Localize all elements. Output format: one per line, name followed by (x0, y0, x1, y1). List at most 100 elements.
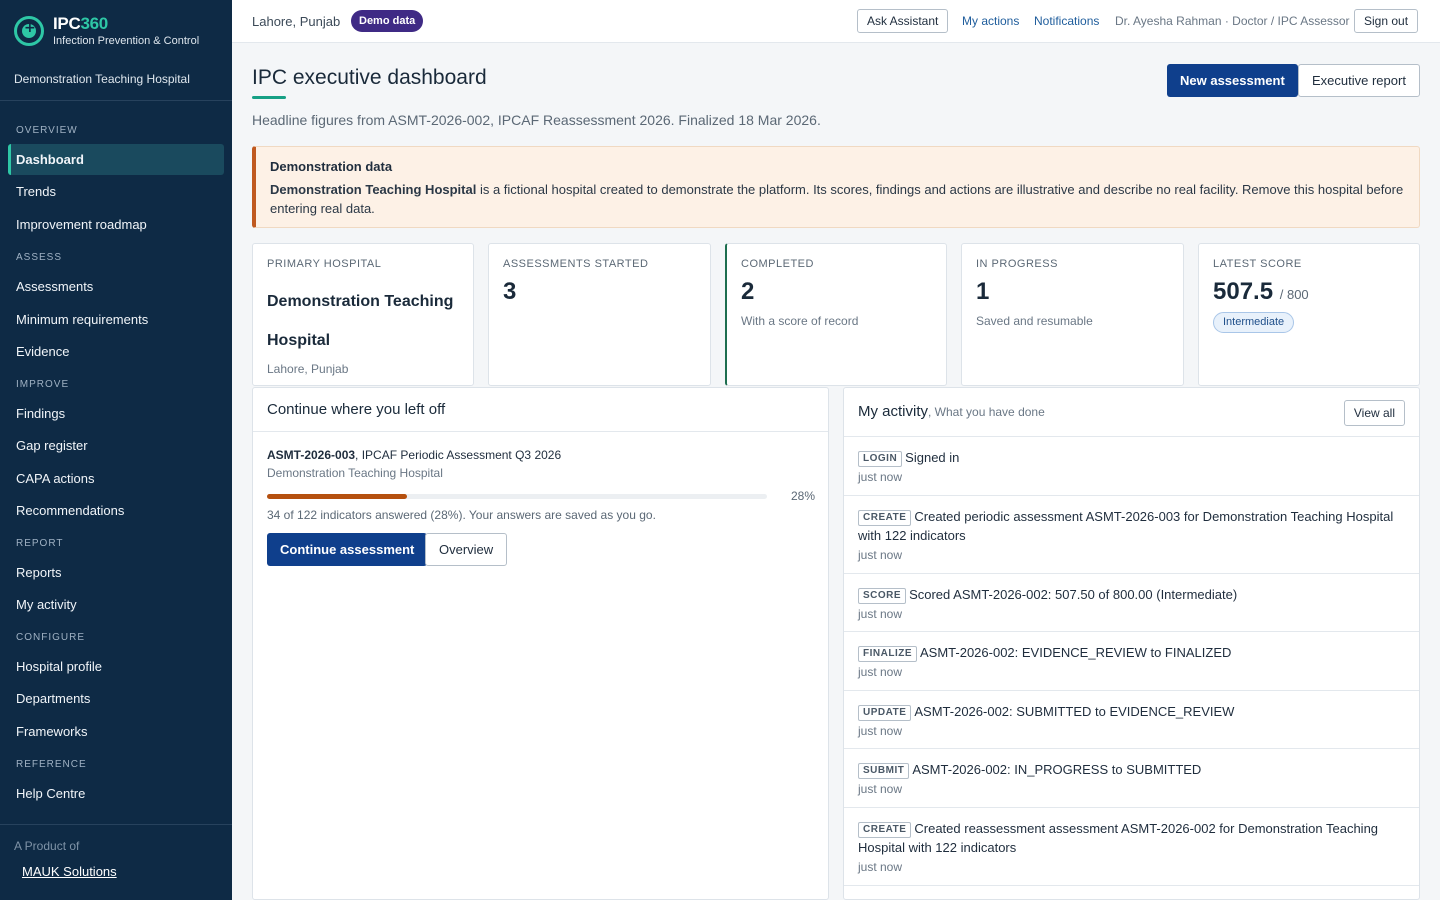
panel-header: Continue where you left off (253, 388, 828, 432)
sign-out-button[interactable]: Sign out (1354, 9, 1419, 33)
activity-text: UPDATE ASMT-2026-002: SUBMITTED to EVIDEN… (858, 702, 1405, 721)
sidebar-item-hospital-profile[interactable]: Hospital profile (8, 651, 224, 682)
progress-percent: 28% (790, 489, 815, 503)
card-value: 3 (503, 278, 517, 305)
panel-title: My activity, What you have done (858, 403, 1045, 420)
sidebar-item-improvement-roadmap[interactable]: Improvement roadmap (8, 209, 224, 240)
continue-assessment-button[interactable]: Continue assessment (267, 533, 428, 566)
topbar: Lahore, Punjab Demo data Ask Assistant M… (232, 0, 1440, 43)
sidebar-item-dashboard[interactable]: Dashboard (8, 144, 224, 175)
sidebar-nav: OVERVIEW Dashboard Trends Improvement ro… (0, 116, 232, 809)
logo-icon (14, 15, 44, 46)
sidebar-item-frameworks[interactable]: Frameworks (8, 716, 224, 747)
activity-time: just now (858, 607, 903, 621)
activity-text: CREATE Created periodic assessment ASMT-2… (858, 509, 1394, 543)
overview-button[interactable]: Overview (425, 533, 508, 566)
nav-section-overview: OVERVIEW (16, 125, 78, 136)
sidebar-item-departments[interactable]: Departments (8, 683, 224, 714)
demo-data-badge: Demo data (351, 10, 424, 32)
activity-item: CREATE Created periodic assessment ASMT-2… (844, 496, 1419, 574)
brand-name: IPC360 (53, 14, 108, 33)
activity-item: LOGIN Signed in just now (844, 437, 1419, 496)
activity-item: SUBMIT ASMT-2026-002: IN_PROGRESS to SUBM… (844, 749, 1419, 808)
primary-hospital-card: PRIMARY HOSPITAL Demonstration Teaching … (252, 243, 474, 386)
activity-time: just now (858, 665, 903, 679)
panel-header: My activity, What you have done View all (844, 388, 1419, 437)
continue-panel: Continue where you left off ASMT-2026-00… (252, 387, 829, 900)
card-label: LATEST SCORE (1213, 258, 1302, 270)
progress-bar (267, 494, 767, 499)
activity-time: just now (858, 470, 903, 484)
page-subtitle: Headline figures from ASMT-2026-002, IPC… (252, 112, 821, 128)
assessment-title[interactable]: ASMT-2026-003, IPCAF Periodic Assessment… (267, 448, 561, 462)
card-sub: Saved and resumable (976, 314, 1093, 328)
score-level-badge: Intermediate (1213, 312, 1295, 333)
brand[interactable]: IPC360 Infection Prevention & Control (14, 14, 199, 47)
nav-section-reference: REFERENCE (16, 759, 87, 770)
divider (0, 824, 232, 825)
notifications-link[interactable]: Notifications (1034, 14, 1099, 28)
progress-fill (267, 494, 407, 499)
panel-title: Continue where you left off (267, 401, 446, 418)
footer-company-link[interactable]: MAUK Solutions (22, 864, 117, 879)
activity-item: SCORE Scored ASMT-2026-002: 507.50 of 800… (844, 574, 1419, 632)
card-value: 2 (741, 278, 755, 305)
latest-score-card: LATEST SCORE 507.5 / 800 Intermediate (1198, 243, 1420, 386)
assessments-started-card: ASSESSMENTS STARTED 3 (488, 243, 711, 386)
assessment-hospital: Demonstration Teaching Hospital (267, 466, 443, 480)
progress-note: 34 of 122 indicators answered (28%). You… (267, 508, 656, 522)
activity-time: just now (858, 782, 903, 796)
brand-subtitle: Infection Prevention & Control (53, 35, 200, 47)
my-actions-link[interactable]: My actions (962, 14, 1019, 28)
new-assessment-button[interactable]: New assessment (1167, 64, 1298, 97)
activity-panel: My activity, What you have done View all… (843, 387, 1420, 900)
location-text: Lahore, Punjab (252, 14, 341, 29)
card-value: Demonstration Teaching Hospital (267, 293, 454, 349)
banner-body: Demonstration Teaching Hospital is a fic… (270, 182, 1404, 216)
view-all-button[interactable]: View all (1343, 400, 1405, 426)
assessment-info: ASMT-2026-003, IPCAF Periodic Assessment… (267, 448, 561, 480)
sidebar-item-gap-register[interactable]: Gap register (8, 430, 224, 461)
card-value: 1 (976, 278, 990, 305)
card-label: IN PROGRESS (976, 258, 1058, 270)
sidebar-item-reports[interactable]: Reports (8, 557, 224, 588)
sidebar-item-recommendations[interactable]: Recommendations (8, 495, 224, 526)
sidebar-item-trends[interactable]: Trends (8, 176, 224, 207)
card-label: PRIMARY HOSPITAL (267, 258, 382, 270)
sidebar-item-findings[interactable]: Findings (8, 398, 224, 429)
completed-card: COMPLETED 2 With a score of record (725, 243, 947, 386)
sidebar-item-my-activity[interactable]: My activity (8, 589, 224, 620)
sidebar-item-capa-actions[interactable]: CAPA actions (8, 463, 224, 494)
activity-tag: CREATE (858, 822, 912, 838)
card-sub: With a score of record (741, 314, 859, 328)
activity-tag: LOGIN (858, 451, 903, 467)
card-value: 507.5 / 800 (1213, 278, 1309, 305)
nav-section-assess: ASSESS (16, 252, 63, 263)
sidebar-item-help-centre[interactable]: Help Centre (8, 778, 224, 809)
card-sub: Lahore, Punjab (267, 362, 349, 376)
sidebar-item-assessments[interactable]: Assessments (8, 271, 224, 302)
activity-tag: SUBMIT (858, 763, 910, 779)
footer-label: A Product of (14, 839, 80, 853)
user-info: Dr. Ayesha Rahman · Doctor / IPC Assesso… (1115, 14, 1350, 28)
activity-text: FINALIZE ASMT-2026-002: EVIDENCE_REVIEW t… (858, 643, 1405, 662)
in-progress-card: IN PROGRESS 1 Saved and resumable (961, 243, 1184, 386)
sidebar-hospital-name: Demonstration Teaching Hospital (14, 72, 190, 86)
title-underline (252, 96, 286, 99)
executive-report-button[interactable]: Executive report (1298, 64, 1420, 97)
sidebar-item-minimum-requirements[interactable]: Minimum requirements (8, 304, 224, 335)
divider (0, 100, 232, 101)
nav-section-improve: IMPROVE (16, 379, 70, 390)
ask-assistant-button[interactable]: Ask Assistant (857, 9, 949, 33)
card-label: COMPLETED (741, 258, 814, 270)
activity-tag: SCORE (858, 588, 907, 604)
activity-list: LOGIN Signed in just now CREATE Created peri… (844, 437, 1419, 886)
activity-item: UPDATE ASMT-2026-002: SUBMITTED to EVIDEN… (844, 691, 1419, 749)
activity-tag: CREATE (858, 510, 912, 526)
activity-tag: FINALIZE (858, 646, 917, 662)
banner-title: Demonstration data (270, 159, 393, 174)
activity-text: SUBMIT ASMT-2026-002: IN_PROGRESS to SUBM… (858, 760, 1405, 779)
sidebar-item-evidence[interactable]: Evidence (8, 336, 224, 367)
activity-item: CREATE Created reassessment assessment AS… (844, 808, 1419, 886)
demo-data-banner: Demonstration data Demonstration Teachin… (252, 146, 1420, 228)
